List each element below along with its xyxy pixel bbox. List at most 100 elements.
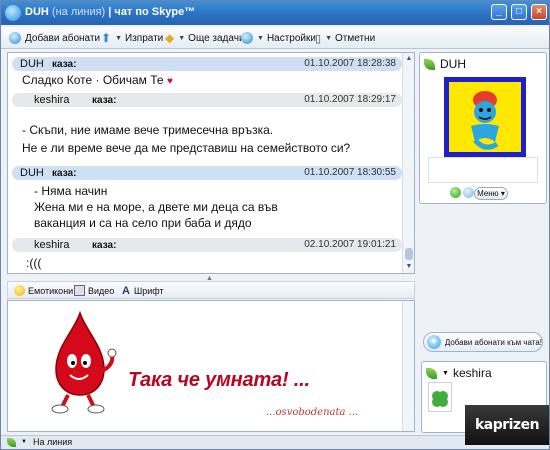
title-bar[interactable]: DUH (на линия) | чат по Skype™ _ □ × — [1, 1, 549, 25]
emoticons-button[interactable]: Емотикони — [14, 285, 73, 296]
mark-label: Отметни — [335, 32, 376, 44]
message-time: 02.10.2007 19:01:21 — [304, 239, 396, 250]
add-contacts-button[interactable]: Добави абонати — [9, 30, 100, 46]
says-label: каза: — [52, 168, 77, 179]
maximize-button[interactable]: □ — [511, 4, 527, 20]
message-line: :((( — [26, 256, 42, 270]
genie-avatar-icon — [471, 91, 499, 150]
call-icon[interactable] — [450, 187, 461, 198]
window-title: DUH (на линия) | чат по Skype™ — [25, 6, 195, 18]
input-toolbar: Емотикони Видео A Шрифт — [7, 281, 415, 299]
chevron-down-icon[interactable]: ▼ — [442, 370, 449, 377]
sender-name: keshira — [34, 239, 70, 251]
chevron-down-icon: ▼ — [325, 34, 332, 42]
message-line: - Скъпи, ние имаме вече тримесечна връзк… — [22, 123, 274, 137]
contact-panel: DUH Меню ▾ — [419, 52, 547, 204]
add-to-chat-label: Добави абонати към чата! — [444, 337, 542, 347]
more-tasks-button[interactable]: ◆ ▼ Още задачи — [165, 30, 245, 46]
message-time: 01.10.2007 18:30:55 — [304, 167, 396, 178]
send-arrow-icon: ⬆ — [101, 31, 112, 45]
send-button[interactable]: ⬆ ▼ Изпрати — [101, 30, 163, 46]
status-button[interactable]: ▼ На линия — [7, 437, 72, 447]
input-scrollbar[interactable] — [402, 301, 414, 431]
emoticons-label: Емотикони — [28, 285, 74, 296]
minimize-button[interactable]: _ — [491, 4, 507, 20]
message-header: keshira каза: 01.10.2007 18:29:17 — [12, 93, 402, 107]
says-label: каза: — [92, 95, 117, 106]
status-online-icon — [7, 437, 16, 447]
sender-name: DUH — [20, 58, 44, 70]
message-line: - Няма начин — [34, 184, 108, 198]
says-label: каза: — [52, 59, 77, 70]
add-contacts-label: Добави абонати — [25, 32, 101, 44]
skype-icon — [5, 5, 21, 21]
toolbar: Добави абонати ⬆ ▼ Изпрати ◆ ▼ Още задач… — [1, 27, 549, 49]
status-online-icon — [426, 367, 437, 379]
title-contact: DUH — [25, 6, 49, 18]
contact-avatar[interactable] — [444, 77, 526, 157]
message-line: Не е ли време вече да ме представиш на с… — [22, 141, 351, 155]
video-call-icon[interactable] — [463, 187, 474, 198]
heart-icon: ♥ — [166, 76, 173, 87]
input-big-text: Така че умната! ... — [128, 369, 310, 391]
chevron-down-icon: ▼ — [257, 34, 264, 42]
status-online-icon — [424, 58, 435, 70]
message-input[interactable]: Така че умната! ... ...osvobodenata ... — [7, 300, 415, 432]
message-text: Сладко Коте · Обичам Те — [22, 73, 164, 87]
settings-icon — [241, 32, 253, 44]
watermark-logo: kaprizen — [465, 405, 549, 445]
add-to-chat-button[interactable]: + Добави абонати към чата! — [423, 332, 543, 352]
message-header: DUH каза: 01.10.2007 18:30:55 — [12, 166, 402, 180]
video-label: Видео — [88, 285, 115, 296]
tasks-icon: ◆ — [165, 31, 175, 45]
message-line: Жена ми е на море, а двете ми деца са въ… — [34, 200, 278, 214]
chevron-down-icon: ▾ — [500, 189, 505, 198]
mark-button[interactable]: ▯ ▼ Отметни — [315, 30, 375, 46]
input-signature: ...osvobodenata ... — [266, 407, 359, 418]
book-icon: ▯ — [315, 32, 322, 45]
message-header: DUH каза: 01.10.2007 18:28:38 — [12, 57, 402, 71]
menu-label: Меню — [477, 189, 499, 198]
chevron-down-icon: ▼ — [178, 34, 186, 42]
video-icon — [74, 285, 85, 296]
scroll-thumb[interactable] — [405, 248, 413, 260]
video-button[interactable]: Видео — [74, 285, 114, 296]
chevron-down-icon: ▼ — [115, 34, 122, 42]
font-icon: A — [122, 285, 130, 297]
self-contact-header: ▼ keshira — [426, 366, 492, 380]
scroll-up-icon[interactable]: ▲ — [404, 54, 414, 64]
scroll-down-icon[interactable]: ▼ — [404, 262, 414, 272]
smiley-icon — [14, 285, 25, 296]
message-header: keshira каза: 02.10.2007 19:01:21 — [12, 238, 402, 252]
add-contact-icon — [9, 32, 21, 44]
contact-name: DUH — [440, 57, 466, 71]
message-line: ваканция и са на село при баба и дядо — [34, 216, 252, 230]
title-status: (на линия) — [51, 6, 106, 18]
sender-name: keshira — [34, 94, 70, 106]
title-suffix: | чат по Skype™ — [108, 6, 196, 18]
message-time: 01.10.2007 18:29:17 — [304, 94, 396, 105]
status-text: На линия — [32, 437, 73, 447]
send-label: Изпрати — [125, 32, 164, 44]
more-tasks-label: Още задачи — [188, 32, 245, 44]
chat-scrollbar[interactable]: ▲ ▼ — [402, 53, 414, 273]
self-avatar[interactable] — [428, 382, 452, 412]
font-button[interactable]: A Шрифт — [122, 285, 164, 297]
sender-name: DUH — [20, 167, 44, 179]
skype-chat-window: DUH (на линия) | чат по Skype™ _ □ × Доб… — [0, 0, 550, 450]
says-label: каза: — [92, 240, 117, 251]
mood-message-box[interactable] — [428, 157, 538, 183]
clover-icon — [432, 391, 448, 407]
close-button[interactable]: × — [531, 4, 547, 20]
contact-menu-button[interactable]: Меню ▾ — [474, 187, 508, 200]
settings-button[interactable]: ▼ Настройки — [241, 30, 316, 46]
contact-header: DUH — [424, 57, 466, 71]
message-line: Сладко Коте · Обичам Те ♥ — [22, 73, 173, 87]
plus-icon: + — [427, 335, 441, 349]
blood-drop-mascot-icon — [51, 311, 117, 414]
chevron-down-icon: ▼ — [21, 439, 27, 445]
chat-history[interactable]: DUH каза: 01.10.2007 18:28:38 Сладко Кот… — [7, 52, 415, 274]
font-label: Шрифт — [133, 286, 164, 296]
settings-label: Настройки — [266, 32, 316, 44]
avatar-image — [449, 82, 521, 152]
